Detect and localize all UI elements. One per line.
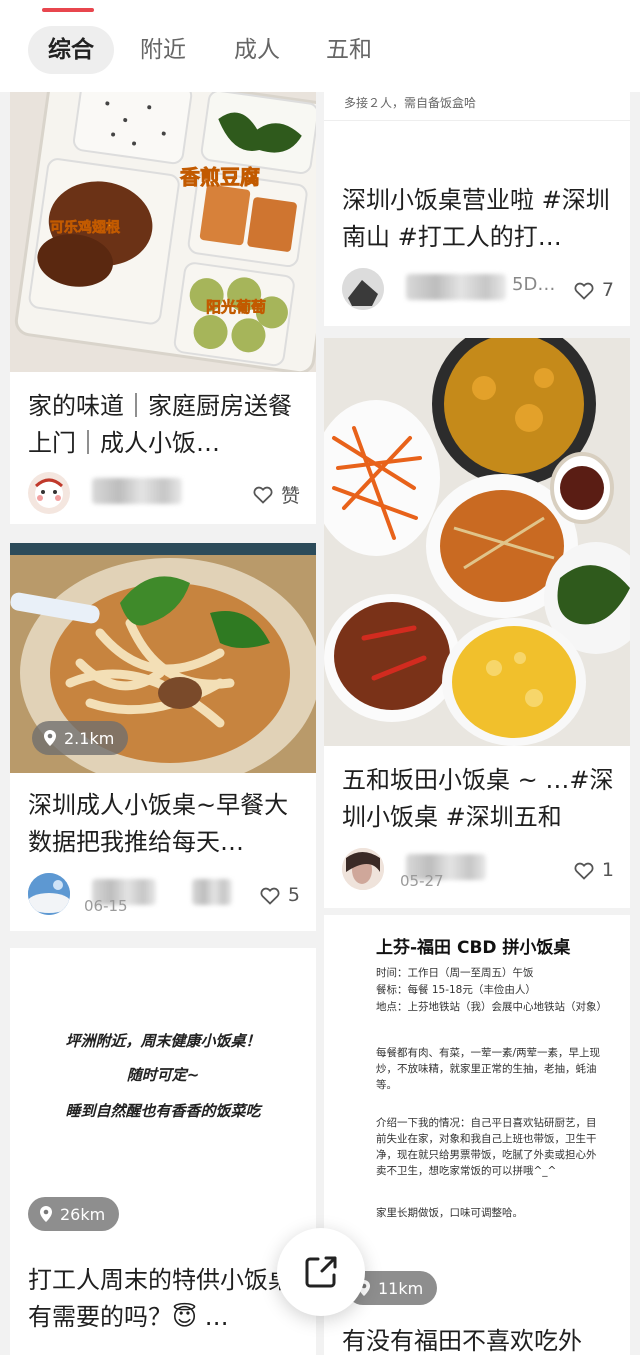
card-title: 五和坂田小饭桌 ~ …#深圳小饭桌 #深圳五和 xyxy=(342,766,614,831)
notice-title: 上芬-福田 CBD 拼小饭桌 xyxy=(376,938,571,958)
like-count: 7 xyxy=(601,279,614,301)
feed-card-futian[interactable]: 上芬-福田 CBD 拼小饭桌 时间：工作日（周一至周五）午饭 餐标：每餐 15-… xyxy=(324,915,630,1355)
post-date: 06-15 xyxy=(84,897,128,915)
notice-line: 餐标：每餐 15-18元（丰俭由人） xyxy=(376,984,536,996)
poster-line: 坪洲附近，周末健康小饭桌！ xyxy=(65,1032,261,1050)
feed-card-noodles[interactable]: 2.1km 深圳成人小饭桌~早餐大数据把我推给每天… 06-15 5 xyxy=(10,543,316,931)
heart-icon xyxy=(574,862,594,880)
card-title: 家的味道｜家庭厨房送餐上门｜成人小饭… xyxy=(28,392,292,457)
notice-image: 上芬-福田 CBD 拼小饭桌 时间：工作日（周一至周五）午饭 餐标：每餐 15-… xyxy=(324,915,630,1307)
like-button[interactable]: 赞 xyxy=(251,480,300,508)
top-tab-bar: 综合 附近 成人 五和 xyxy=(0,0,640,92)
share-icon xyxy=(305,1256,337,1288)
notice-line: 时间：工作日（周一至周五）午饭 xyxy=(376,967,534,979)
notice-paragraph: 每餐都有肉、有菜，一荤一素/两荤一素，早上现炒，不放味精，就家里正常的生抽，老抽… xyxy=(376,1047,601,1091)
feed-card-nanshan[interactable]: 多接２人，需自备饭盒哈 深圳小饭桌营业啦 #深圳南山 #打工人的打… 5D… 7 xyxy=(324,92,630,326)
poster-line: 随时可定~ xyxy=(126,1066,200,1084)
avatar[interactable] xyxy=(28,873,70,915)
heart-icon xyxy=(574,282,594,300)
like-count: 5 xyxy=(287,884,300,906)
author-name xyxy=(406,274,506,300)
label-tofu: 香煎豆腐 xyxy=(180,165,260,189)
bento-photo: 香煎豆腐 可乐鸡翅根 阳光葡萄 xyxy=(10,92,316,372)
share-button[interactable] xyxy=(277,1228,365,1316)
location-pin-icon xyxy=(40,1206,52,1222)
notice-paragraph: 介绍一下我的情况：自己平日喜欢钻研厨艺，目前失业在家，对象和我自己上班也带饭，卫… xyxy=(376,1117,597,1177)
tab-nearby[interactable]: 附近 xyxy=(140,26,186,74)
notice-line: 地点：上芬地铁站（我）会展中心地铁站（对象） xyxy=(376,1001,607,1013)
tab-wuhe[interactable]: 五和 xyxy=(326,26,372,74)
distance-text: 11km xyxy=(378,1278,424,1298)
feed-card-wuhe[interactable]: 五和坂田小饭桌 ~ …#深圳小饭桌 #深圳五和 05-27 1 xyxy=(324,338,630,908)
distance-badge: 26km xyxy=(28,1197,120,1231)
card-meta: 06-15 5 xyxy=(28,873,300,917)
author-name-extra xyxy=(192,879,232,905)
distance-text: 2.1km xyxy=(64,728,115,748)
tab-adult[interactable]: 成人 xyxy=(234,26,280,74)
card-title: 有没有福田不喜欢吃外 xyxy=(342,1327,582,1355)
noodle-photo: 2.1km xyxy=(10,543,316,773)
poster-image: 坪洲附近，周末健康小饭桌！ 随时可定~ 睡到自然醒也有香香的饭菜吃 26km xyxy=(10,948,316,1246)
card-meta: 5D… 7 xyxy=(342,268,614,312)
label-wings: 可乐鸡翅根 xyxy=(50,219,121,236)
distance-badge: 2.1km xyxy=(32,721,129,755)
location-pin-icon xyxy=(44,730,56,746)
feed-card-weekend[interactable]: 坪洲附近，周末健康小饭桌！ 随时可定~ 睡到自然醒也有香香的饭菜吃 26km 打… xyxy=(10,948,316,1355)
poster-line: 睡到自然醒也有香香的饭菜吃 xyxy=(65,1102,261,1120)
like-button[interactable]: 7 xyxy=(572,276,614,304)
card-title: 深圳小饭桌营业啦 #深圳南山 #打工人的打… xyxy=(342,186,610,251)
heart-icon xyxy=(253,486,273,504)
card-meta: 赞 xyxy=(28,472,300,516)
like-label: 赞 xyxy=(280,484,300,507)
image-caption: 多接２人，需自备饭盒哈 xyxy=(344,96,477,110)
author-name-partial: 5D… xyxy=(512,274,556,295)
heart-icon xyxy=(260,887,280,905)
distance-text: 26km xyxy=(60,1204,106,1224)
feed-card-family-kitchen[interactable]: 香煎豆腐 可乐鸡翅根 阳光葡萄 家的味道｜家庭厨房送餐上门｜成人小饭… 赞 xyxy=(10,92,316,524)
like-count: 1 xyxy=(601,859,614,881)
dinner-photo xyxy=(324,338,630,746)
tab-comprehensive[interactable]: 综合 xyxy=(28,26,114,74)
post-date: 05-27 xyxy=(400,872,444,890)
card-title: 深圳成人小饭桌~早餐大数据把我推给每天… xyxy=(28,791,289,856)
avatar[interactable] xyxy=(342,268,384,310)
label-grapes: 阳光葡萄 xyxy=(206,298,266,316)
tab-indicator xyxy=(42,8,94,12)
avatar[interactable] xyxy=(28,472,70,514)
avatar[interactable] xyxy=(342,848,384,890)
card-meta: 05-27 1 xyxy=(342,848,614,892)
like-button[interactable]: 5 xyxy=(258,881,300,909)
card-title: 打工人周末的特供小饭桌有需要的吗？😇 … xyxy=(28,1266,292,1331)
author-name xyxy=(92,478,182,504)
divider xyxy=(324,120,630,121)
notice-line: 家里长期做饭，口味可调整哈。 xyxy=(376,1207,523,1219)
like-button[interactable]: 1 xyxy=(572,856,614,884)
